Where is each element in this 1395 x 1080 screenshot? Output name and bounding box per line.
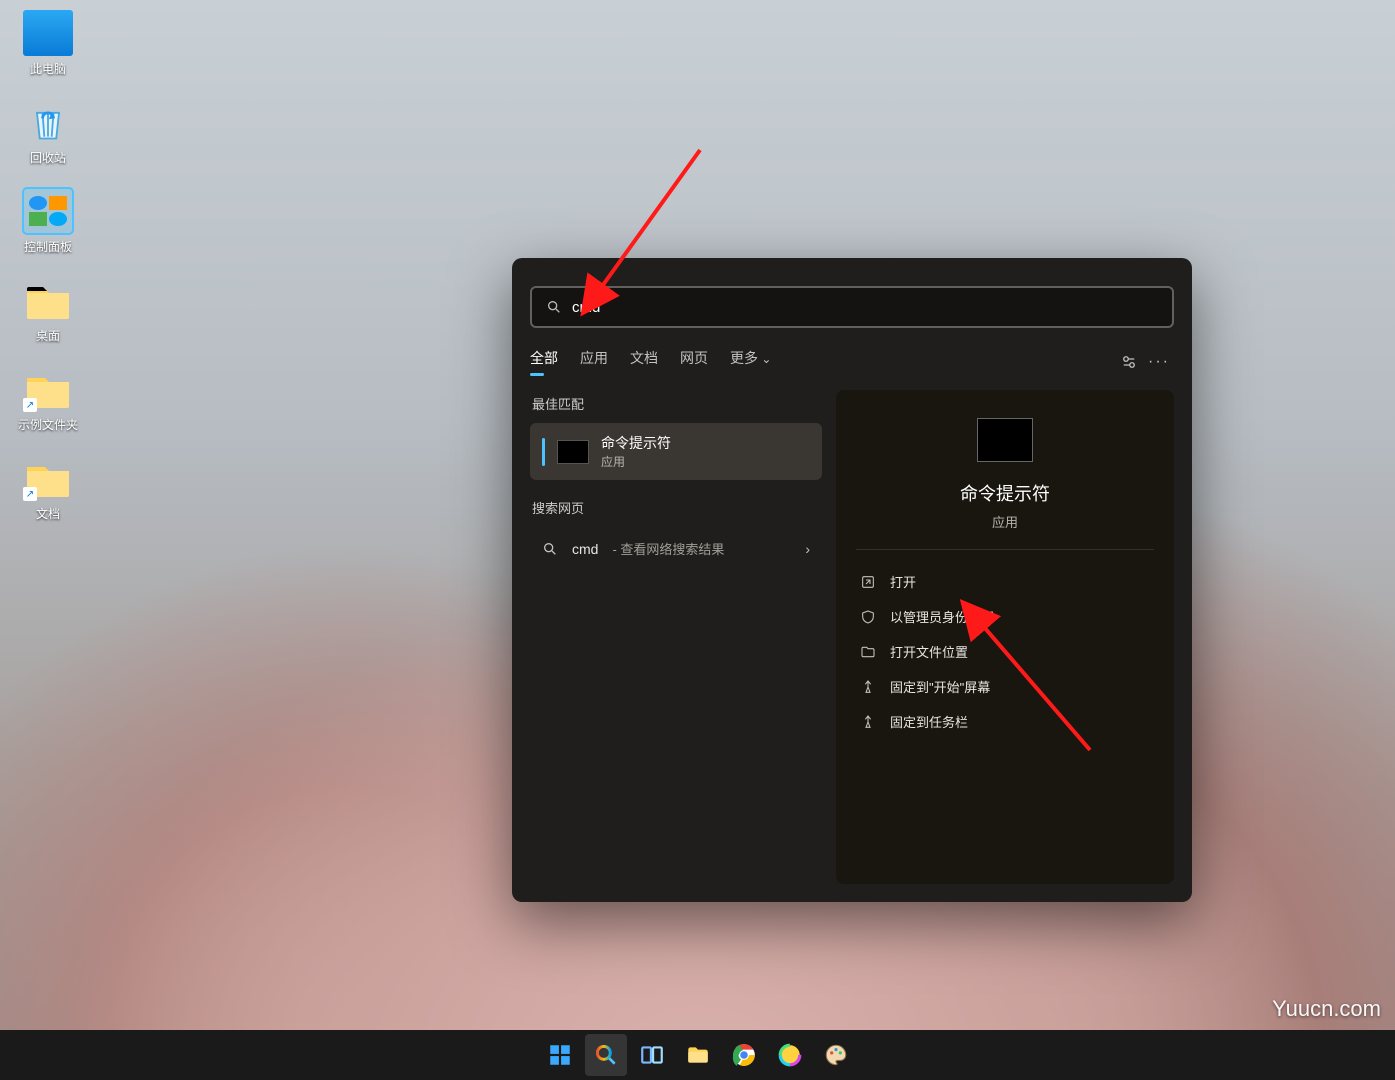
chrome-icon (731, 1042, 757, 1068)
best-match-result[interactable]: 命令提示符 应用 (530, 423, 822, 480)
windows-icon (547, 1042, 573, 1068)
action-open[interactable]: 打开 (836, 564, 1174, 599)
divider (856, 549, 1154, 550)
tab-documents[interactable]: 文档 (630, 348, 658, 376)
action-open-file-location[interactable]: 打开文件位置 (836, 634, 1174, 669)
web-desc: - 查看网络搜索结果 (612, 539, 724, 558)
search-input[interactable] (572, 299, 1158, 316)
desktop-icon-recycle-bin[interactable]: 回收站 (10, 99, 86, 166)
recycle-bin-icon (23, 99, 73, 145)
search-preview-column: 命令提示符 应用 打开 以管理员身份运行 打开文件位置 固定到"开 (836, 390, 1174, 884)
start-button[interactable] (539, 1034, 581, 1076)
web-search-heading: 搜索网页 (532, 498, 822, 517)
circle-icon (777, 1042, 803, 1068)
best-match-heading: 最佳匹配 (532, 394, 822, 413)
monitor-icon (23, 10, 73, 56)
chevron-right-icon: › (805, 541, 810, 557)
action-run-as-admin[interactable]: 以管理员身份运行 (836, 599, 1174, 634)
folder-icon (23, 277, 73, 323)
desktop-icon-this-pc[interactable]: 此电脑 (10, 10, 86, 77)
icon-label: 回收站 (30, 149, 66, 166)
preview-thumbnail-icon (977, 418, 1033, 462)
folder-icon (685, 1042, 711, 1068)
search-results-column: 最佳匹配 命令提示符 应用 搜索网页 cmd - 查看网络搜索结果 › (530, 390, 822, 884)
icon-label: 控制面板 (24, 238, 72, 255)
search-icon (542, 541, 558, 557)
shortcut-overlay-icon: ↗ (23, 398, 37, 412)
result-subtitle: 应用 (601, 453, 671, 470)
icon-label: 桌面 (36, 327, 60, 344)
desktop-icon-demo-folder[interactable]: ↗ 示例文件夹 (10, 366, 86, 433)
desktop-icons: 此电脑 回收站 控制面板 桌面 ↗ 示例文件夹 ↗ 文档 (10, 10, 86, 522)
search-icon (546, 299, 562, 315)
task-view-button[interactable] (631, 1034, 673, 1076)
watermark: Yuucn.com (1272, 996, 1381, 1022)
more-options-icon[interactable]: ··· (1144, 347, 1174, 377)
taskbar-search-button[interactable] (585, 1034, 627, 1076)
tab-web[interactable]: 网页 (680, 348, 708, 376)
action-pin-to-taskbar[interactable]: 固定到任务栏 (836, 704, 1174, 739)
web-search-result[interactable]: cmd - 查看网络搜索结果 › (530, 527, 822, 570)
desktop-icon-documents-folder[interactable]: ↗ 文档 (10, 455, 86, 522)
paint-button[interactable] (815, 1034, 857, 1076)
action-pin-to-start[interactable]: 固定到"开始"屏幕 (836, 669, 1174, 704)
icon-label: 文档 (36, 505, 60, 522)
cmd-thumbnail-icon (557, 440, 589, 464)
app-button-1[interactable] (769, 1034, 811, 1076)
shortcut-overlay-icon: ↗ (23, 487, 37, 501)
icon-label: 示例文件夹 (18, 416, 78, 433)
taskbar (0, 1030, 1395, 1080)
search-tabs: 全部 应用 文档 网页 更多 (530, 348, 771, 376)
open-icon (860, 574, 876, 590)
shield-icon (860, 609, 876, 625)
search-icon (593, 1042, 619, 1068)
desktop-icon-desktop-folder[interactable]: 桌面 (10, 277, 86, 344)
folder-icon: ↗ (23, 366, 73, 412)
search-panel: 全部 应用 文档 网页 更多 ··· 最佳匹配 命令提示符 应用 搜索网页 (512, 258, 1192, 902)
search-tabs-row: 全部 应用 文档 网页 更多 ··· (512, 344, 1192, 380)
folder-icon: ↗ (23, 455, 73, 501)
chrome-button[interactable] (723, 1034, 765, 1076)
selection-indicator (542, 438, 545, 466)
tab-more[interactable]: 更多 (730, 348, 771, 376)
file-explorer-button[interactable] (677, 1034, 719, 1076)
desktop-icon-control-panel[interactable]: 控制面板 (10, 188, 86, 255)
pin-icon (860, 679, 876, 695)
web-query: cmd (572, 541, 598, 557)
search-box-container (512, 258, 1192, 344)
palette-icon (823, 1042, 849, 1068)
icon-label: 此电脑 (30, 60, 66, 77)
control-panel-icon (23, 188, 73, 234)
preview-subtitle: 应用 (836, 512, 1174, 531)
preview-title: 命令提示符 (836, 480, 1174, 506)
task-view-icon (639, 1042, 665, 1068)
tab-all[interactable]: 全部 (530, 348, 558, 376)
search-options-icon[interactable] (1114, 347, 1144, 377)
result-title: 命令提示符 (601, 433, 671, 453)
pin-icon (860, 714, 876, 730)
tab-apps[interactable]: 应用 (580, 348, 608, 376)
folder-icon (860, 644, 876, 660)
search-box[interactable] (530, 286, 1174, 328)
